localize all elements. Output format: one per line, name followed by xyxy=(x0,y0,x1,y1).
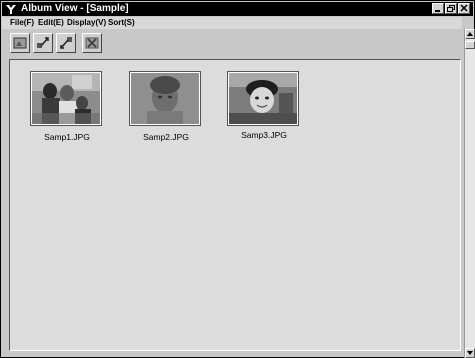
menu-bar: File(F) Edit(E) Display(V) Sort(S) xyxy=(2,17,462,29)
menu-sort[interactable]: Sort(S) xyxy=(108,17,135,29)
restore-icon[interactable] xyxy=(445,3,457,14)
vertical-scrollbar[interactable] xyxy=(464,29,475,358)
menu-display[interactable]: Display(V) xyxy=(67,17,106,29)
menu-edit[interactable]: Edit(E) xyxy=(38,17,64,29)
title-bar[interactable]: Album View - [Sample] xyxy=(2,2,473,16)
app-icon xyxy=(5,3,17,15)
minimize-icon[interactable] xyxy=(432,3,444,14)
thumbnail-filename: Samp3.JPG xyxy=(241,130,287,140)
delete-button[interactable] xyxy=(82,33,102,53)
thumbnail-filename: Samp2.JPG xyxy=(143,132,189,142)
rotate-right-icon xyxy=(60,37,72,49)
album-view-window: Album View - [Sample] File(F) Edit(E) Di… xyxy=(0,0,475,358)
scroll-up-button[interactable] xyxy=(465,29,475,39)
menu-file[interactable]: File(F) xyxy=(10,17,34,29)
rotate-left-button[interactable] xyxy=(33,33,53,53)
album-icon xyxy=(13,37,27,49)
delete-icon xyxy=(85,37,99,49)
close-icon[interactable] xyxy=(458,3,470,14)
thumbnail-image[interactable] xyxy=(129,71,201,126)
toolbar xyxy=(2,30,462,57)
scroll-thumb[interactable] xyxy=(465,41,475,49)
window-title: Album View - [Sample] xyxy=(21,3,129,14)
album-button[interactable] xyxy=(10,33,30,53)
thumbnail-filename: Samp1.JPG xyxy=(44,132,90,142)
window-controls xyxy=(432,3,470,15)
rotate-right-button[interactable] xyxy=(56,33,76,53)
thumbnail-image[interactable] xyxy=(30,71,102,126)
thumbnail-area[interactable]: Samp1.JPG Samp2.JPG Samp3.JPG xyxy=(9,59,461,351)
rotate-left-icon xyxy=(37,37,49,48)
scroll-down-button[interactable] xyxy=(465,348,475,358)
thumbnail-image[interactable] xyxy=(227,71,299,126)
